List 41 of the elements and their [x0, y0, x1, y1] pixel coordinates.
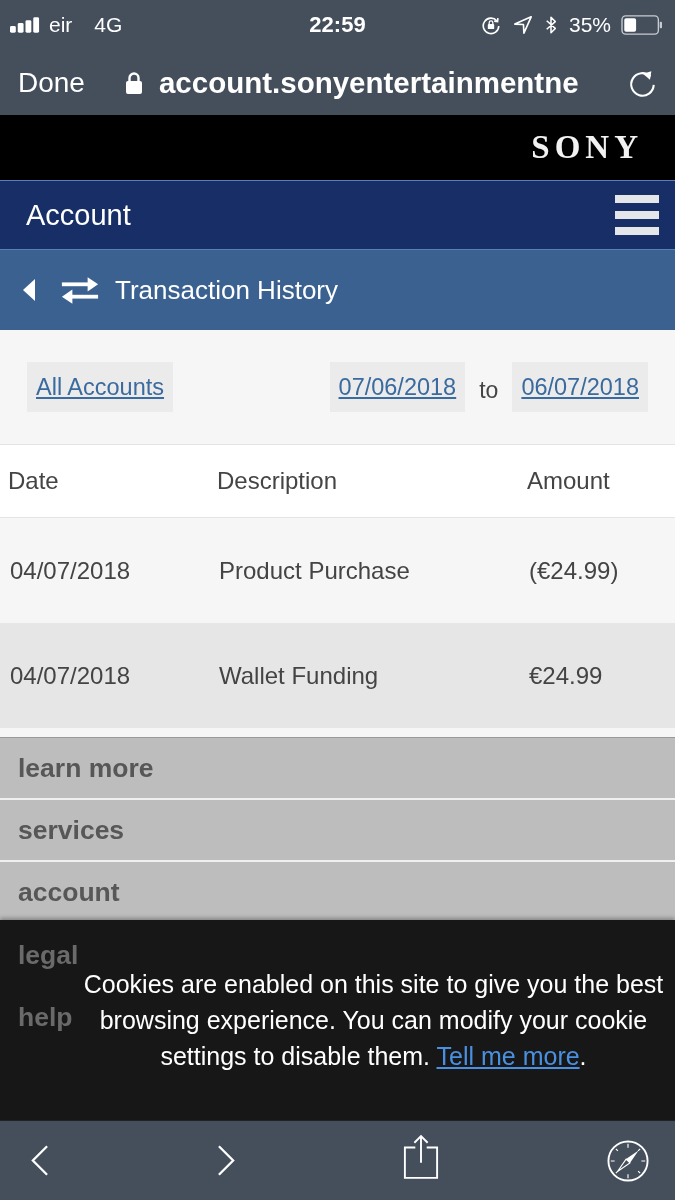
rotation-lock-icon: [480, 15, 501, 35]
compass-icon[interactable]: [606, 1139, 649, 1182]
footer-menu-item[interactable]: help: [18, 1001, 73, 1033]
footer-menu-item[interactable]: services: [0, 800, 675, 862]
bluetooth-icon: [544, 14, 557, 36]
end-date-button[interactable]: 06/07/2018: [512, 362, 648, 412]
start-date-button[interactable]: 07/06/2018: [329, 362, 466, 412]
cookie-notice: Cookies are enabled on this site to give you the best browsing experience. You can modify your cookie settings to disable them. Tell me more.: [82, 969, 665, 1072]
table-cell-text: 04/07/2018: [10, 556, 132, 585]
column-header: Date: [8, 467, 60, 495]
footer-menu-item[interactable]: legal: [18, 939, 79, 971]
forward-icon[interactable]: [216, 1144, 236, 1177]
column-header: Description: [217, 467, 339, 495]
table-cell-text: Wallet Funding: [219, 661, 380, 690]
carrier-name: eir: [49, 13, 73, 37]
table-cell-text: 04/07/2018: [10, 661, 132, 690]
battery-percent: 35%: [568, 13, 611, 37]
table-cell-text: (€24.99): [529, 556, 620, 585]
tell-me-more-link[interactable]: Tell me more: [436, 1042, 580, 1070]
date-range-separator: to: [479, 375, 499, 404]
caret-left-icon[interactable]: [23, 279, 35, 301]
lock-icon: [124, 70, 143, 95]
share-icon[interactable]: [403, 1133, 440, 1180]
page-title: Account: [26, 198, 131, 232]
table-cell-text: Product Purchase: [219, 556, 411, 585]
signal-icon: [10, 17, 41, 33]
footer-menu-item[interactable]: learn more: [0, 738, 675, 800]
brand-logo[interactable]: SONY: [531, 129, 643, 166]
column-header: Amount: [527, 467, 611, 495]
back-icon[interactable]: [30, 1144, 49, 1177]
table-cell-text: €24.99: [529, 661, 604, 690]
clock-time: 22:59: [309, 12, 366, 38]
battery-icon: [621, 15, 663, 35]
location-arrow-icon: [512, 15, 533, 35]
network-type: 4G: [94, 13, 123, 37]
menu-icon[interactable]: [615, 195, 659, 235]
swap-arrows-icon: [60, 276, 100, 304]
address-bar-url[interactable]: account.sonyentertainmentne: [158, 65, 579, 100]
section-title: Transaction History: [115, 274, 338, 306]
account-filter-button[interactable]: All Accounts: [27, 362, 173, 412]
done-button[interactable]: Done: [18, 66, 85, 99]
